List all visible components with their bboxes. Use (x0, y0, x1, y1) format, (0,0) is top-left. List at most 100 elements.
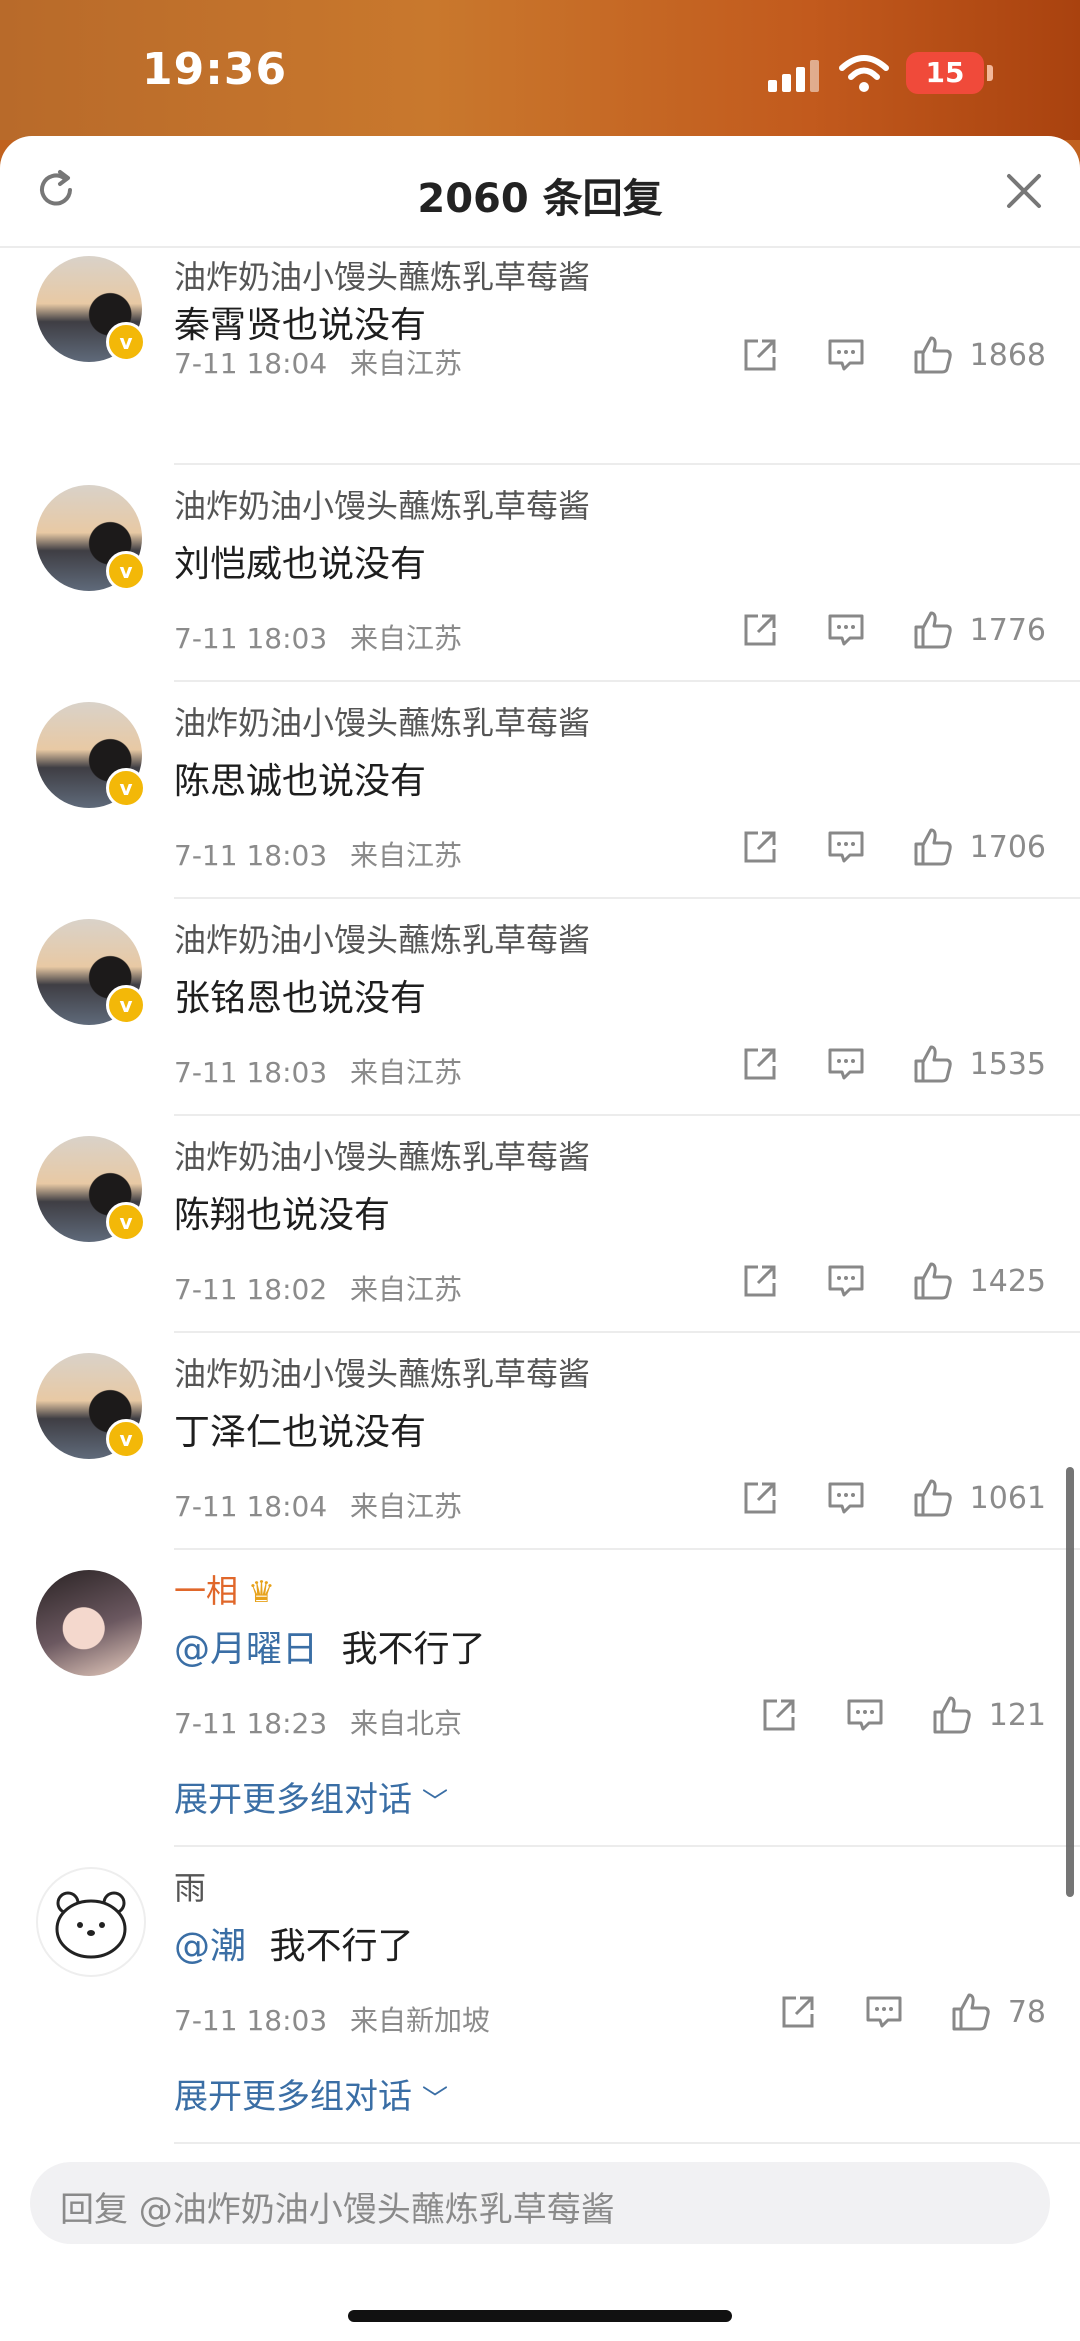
comment-actions: 1706 (694, 822, 1046, 872)
expand-more-link[interactable]: 展开更多组对话 ﹀ (174, 2069, 448, 2118)
comment-text: 张铭恩也说没有 (174, 978, 427, 1019)
like-count: 121 (988, 1697, 1046, 1733)
expand-more-link[interactable]: 展开更多组对话 ﹀ (174, 1772, 448, 1821)
share-icon[interactable] (740, 1044, 780, 1084)
comment-actions: 121 (713, 1690, 1046, 1740)
comment-actions: 1868 (694, 330, 1046, 380)
comment-list: v 油炸奶油小馒头蘸炼乳草莓酱 秦霄贤也说没有 7-11 18:04 来自江苏 … (0, 248, 1080, 2144)
comment-actions: 78 (732, 1987, 1046, 2037)
reply-input[interactable]: 回复 @油炸奶油小馒头蘸炼乳草莓酱 (30, 2162, 1050, 2244)
comment-actions: 1776 (694, 605, 1046, 655)
comment-meta: 7-11 18:03 来自江苏 (174, 1051, 462, 1091)
comment-location: 来自江苏 (350, 347, 463, 380)
comment-text: 刘恺威也说没有 (174, 544, 427, 585)
comment-date: 7-11 18:02 (174, 1273, 328, 1306)
share-icon[interactable] (740, 1261, 780, 1301)
comment-icon[interactable] (845, 1695, 885, 1735)
comment-location: 来自江苏 (350, 839, 463, 872)
avatar[interactable] (36, 1867, 146, 1977)
thumbs-up-icon[interactable] (912, 609, 954, 651)
comment-actions: 1535 (694, 1039, 1046, 1089)
comment-date: 7-11 18:03 (174, 1056, 328, 1089)
comment-icon[interactable] (826, 1044, 866, 1084)
comment-meta: 7-11 18:04 来自江苏 (174, 342, 462, 382)
comment-meta: 7-11 18:04 来自江苏 (174, 1485, 462, 1525)
username[interactable]: 油炸奶油小馒头蘸炼乳草莓酱 (174, 698, 590, 744)
list-item: 雨 @潮 我不行了 7-11 18:03 来自新加坡 78 展开更多组对话 ﹀ (0, 1847, 1080, 2144)
comment-actions: 1061 (694, 1473, 1046, 1523)
list-item: v 油炸奶油小馒头蘸炼乳草莓酱 张铭恩也说没有 7-11 18:03 来自江苏 … (0, 899, 1080, 1116)
comment-date: 7-11 18:03 (174, 622, 328, 655)
comment-text: 陈翔也说没有 (174, 1195, 391, 1236)
like-count: 1706 (969, 829, 1046, 865)
comment-icon[interactable] (826, 335, 866, 375)
username[interactable]: 一相 ♛ (174, 1566, 275, 1612)
list-item: v 油炸奶油小馒头蘸炼乳草莓酱 陈思诚也说没有 7-11 18:03 来自江苏 … (0, 682, 1080, 899)
comment-location: 来自江苏 (350, 1056, 463, 1089)
comment-icon[interactable] (826, 610, 866, 650)
comment-location: 来自江苏 (350, 1273, 463, 1306)
comment-text: 陈思诚也说没有 (174, 761, 427, 802)
username[interactable]: 油炸奶油小馒头蘸炼乳草莓酱 (174, 481, 590, 527)
thumbs-up-icon[interactable] (912, 334, 954, 376)
thumbs-up-icon[interactable] (931, 1694, 973, 1736)
username[interactable]: 油炸奶油小馒头蘸炼乳草莓酱 (174, 252, 590, 298)
comment-meta: 7-11 18:03 来自新加坡 (174, 1999, 490, 2039)
comment-text: 秦霄贤也说没有 (174, 305, 427, 346)
avatar[interactable] (36, 1570, 142, 1676)
share-icon[interactable] (778, 1992, 818, 2032)
verified-badge: v (106, 551, 146, 591)
like-count: 1425 (969, 1263, 1046, 1299)
thumbs-up-icon[interactable] (912, 826, 954, 868)
username[interactable]: 油炸奶油小馒头蘸炼乳草莓酱 (174, 1132, 590, 1178)
close-icon[interactable] (1005, 172, 1043, 210)
status-time: 19:36 (142, 44, 288, 95)
comment-date: 7-11 18:03 (174, 839, 328, 872)
thumbs-up-icon[interactable] (912, 1260, 954, 1302)
username[interactable]: 雨 (174, 1863, 206, 1909)
comment-icon[interactable] (864, 1992, 904, 2032)
comment-icon[interactable] (826, 827, 866, 867)
share-icon[interactable] (759, 1695, 799, 1735)
username[interactable]: 油炸奶油小馒头蘸炼乳草莓酱 (174, 915, 590, 961)
scrollbar[interactable] (1066, 1467, 1074, 1897)
username[interactable]: 油炸奶油小馒头蘸炼乳草莓酱 (174, 1349, 590, 1395)
verified-badge: v (106, 1202, 146, 1242)
list-item: v 油炸奶油小馒头蘸炼乳草莓酱 陈翔也说没有 7-11 18:02 来自江苏 1… (0, 1116, 1080, 1333)
divider (174, 2142, 1080, 2144)
verified-badge: v (106, 985, 146, 1025)
bear-icon (55, 1891, 127, 1959)
like-count: 1535 (969, 1046, 1046, 1082)
share-icon[interactable] (740, 610, 780, 650)
comment-location: 来自江苏 (350, 1490, 463, 1523)
verified-badge: v (106, 322, 146, 362)
cellular-signal-icon (768, 58, 822, 92)
mention-link[interactable]: @月曜日 (174, 1629, 318, 1670)
share-icon[interactable] (740, 335, 780, 375)
reply-placeholder: 回复 @油炸奶油小馒头蘸炼乳草莓酱 (60, 2190, 615, 2230)
list-item: v 油炸奶油小馒头蘸炼乳草莓酱 刘恺威也说没有 7-11 18:03 来自江苏 … (0, 465, 1080, 682)
home-indicator[interactable] (348, 2310, 732, 2322)
comment-icon[interactable] (826, 1261, 866, 1301)
verified-badge: v (106, 1419, 146, 1459)
wifi-icon (839, 55, 889, 92)
chevron-down-icon: ﹀ (422, 2085, 449, 2115)
chevron-down-icon: ﹀ (422, 1788, 449, 1818)
mention-link[interactable]: @潮 (174, 1926, 246, 1967)
comment-location: 来自新加坡 (350, 2004, 491, 2037)
sheet-title: 2060 条回复 (417, 176, 663, 222)
share-icon[interactable] (740, 827, 780, 867)
comment-date: 7-11 18:23 (174, 1707, 328, 1740)
status-bar: 19:36 15 (0, 0, 1080, 140)
share-icon[interactable] (740, 1478, 780, 1518)
comment-icon[interactable] (826, 1478, 866, 1518)
thumbs-up-icon[interactable] (912, 1043, 954, 1085)
list-item: v 油炸奶油小馒头蘸炼乳草莓酱 丁泽仁也说没有 7-11 18:04 来自江苏 … (0, 1333, 1080, 1550)
thumbs-up-icon[interactable] (950, 1991, 992, 2033)
comment-date: 7-11 18:04 (174, 347, 328, 380)
thumbs-up-icon[interactable] (912, 1477, 954, 1519)
like-count: 1868 (969, 337, 1046, 373)
like-count: 1061 (969, 1480, 1046, 1516)
comment-meta: 7-11 18:23 来自北京 (174, 1702, 462, 1742)
comment-location: 来自江苏 (350, 622, 463, 655)
